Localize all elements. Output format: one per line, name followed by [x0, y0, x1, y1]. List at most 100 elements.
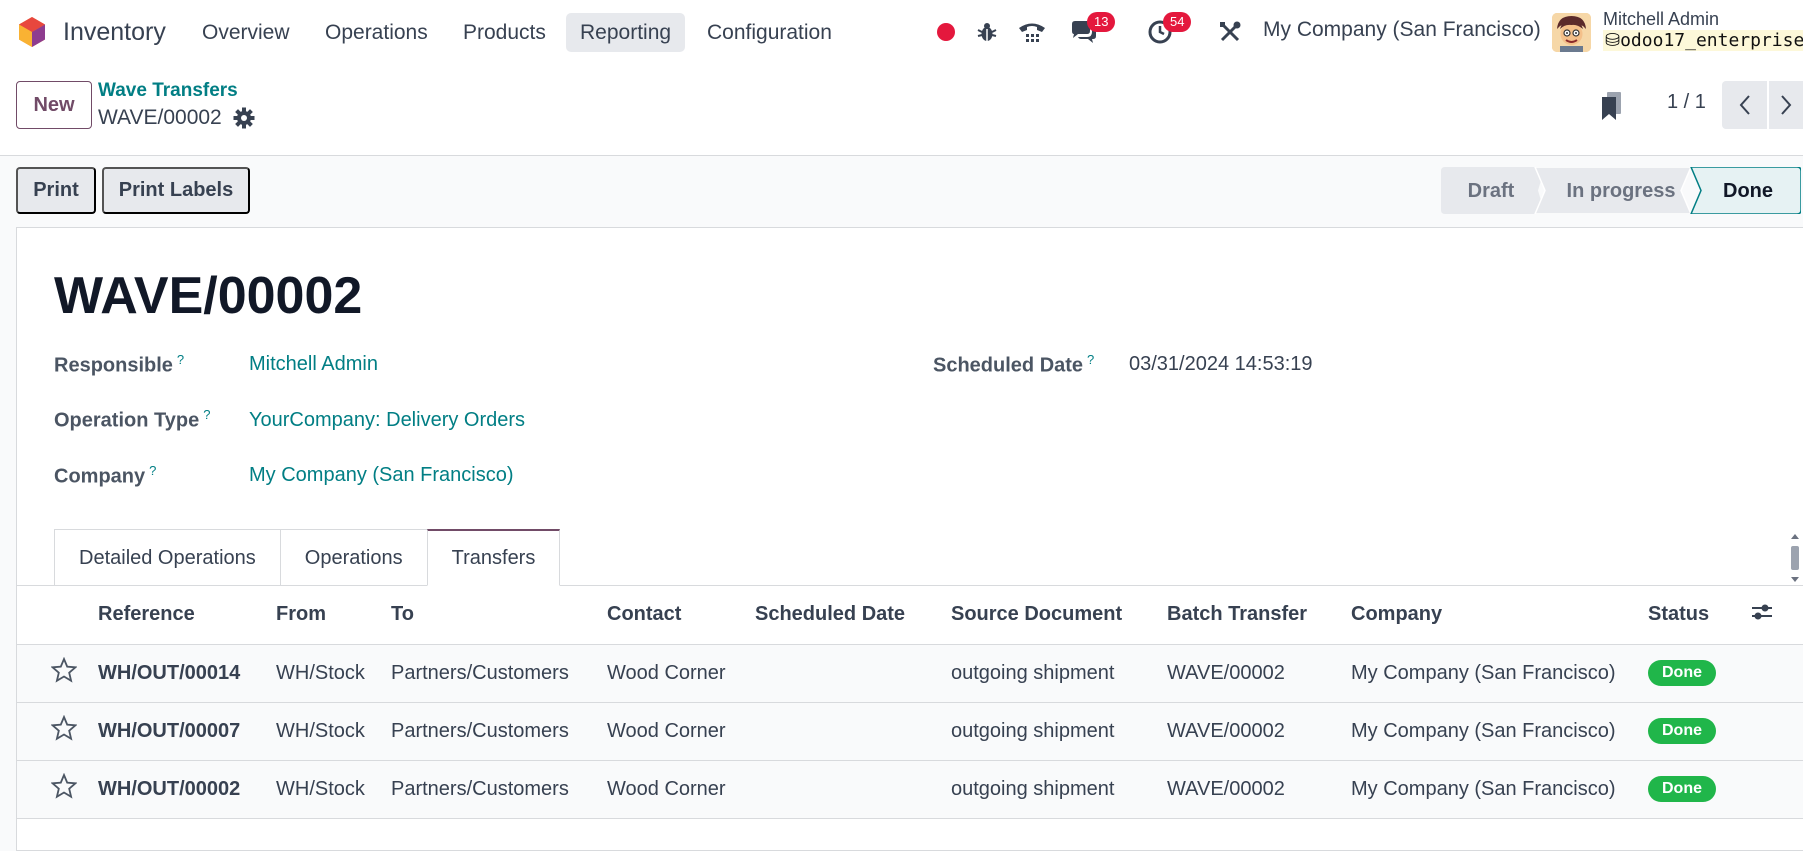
- menu-configuration[interactable]: Configuration: [693, 13, 846, 52]
- user-name[interactable]: Mitchell Admin: [1603, 9, 1719, 30]
- favorite-toggle[interactable]: [17, 702, 98, 761]
- responsible-field[interactable]: Mitchell Admin: [249, 353, 378, 376]
- column-header[interactable]: Status: [1648, 586, 1750, 645]
- form-sheet: WAVE/00002 Responsible? Mitchell Admin O…: [16, 227, 1803, 851]
- column-header[interactable]: Contact: [607, 586, 755, 645]
- column-header[interactable]: To: [391, 586, 607, 645]
- column-header[interactable]: From: [276, 586, 391, 645]
- tab-transfers[interactable]: Transfers: [426, 529, 561, 586]
- status-badge: Done: [1648, 660, 1716, 686]
- cell-status: Done: [1648, 760, 1750, 819]
- database-icon: ⛁: [1605, 30, 1621, 51]
- table-row[interactable]: WH/OUT/00007 WH/Stock Partners/Customers…: [17, 702, 1803, 761]
- company-switcher[interactable]: My Company (San Francisco): [1263, 18, 1541, 42]
- bug-icon[interactable]: [975, 16, 999, 48]
- cell-company: My Company (San Francisco): [1351, 760, 1648, 819]
- cell-status: Done: [1648, 702, 1750, 761]
- tab-detailed-operations[interactable]: Detailed Operations: [54, 529, 281, 586]
- bookmark-icon[interactable]: [1600, 91, 1624, 121]
- gear-icon[interactable]: [233, 107, 255, 129]
- cell-scheduled-date: [755, 644, 951, 703]
- app-name[interactable]: Inventory: [63, 18, 166, 47]
- print-button[interactable]: Print: [16, 167, 96, 214]
- favorite-toggle[interactable]: [17, 644, 98, 703]
- cell-empty: [1750, 760, 1803, 819]
- help-tooltip-icon[interactable]: ?: [149, 463, 156, 478]
- star-icon: [50, 714, 78, 741]
- cell-contact: Wood Corner: [607, 760, 755, 819]
- help-tooltip-icon[interactable]: ?: [1087, 352, 1094, 367]
- operation-type-field[interactable]: YourCompany: Delivery Orders: [249, 409, 525, 432]
- operation-type-label-text: Operation Type: [54, 409, 200, 432]
- new-button[interactable]: New: [16, 81, 92, 129]
- stage-in-progress-label: In progress: [1567, 180, 1676, 202]
- column-header[interactable]: Batch Transfer: [1167, 586, 1351, 645]
- column-header[interactable]: Reference: [98, 586, 276, 645]
- company-label-text: Company: [54, 465, 146, 488]
- cell-batch-transfer: WAVE/00002: [1167, 644, 1351, 703]
- status-badge: Done: [1648, 776, 1716, 802]
- avatar[interactable]: [1552, 13, 1591, 52]
- chat-count-badge: 13: [1087, 12, 1116, 32]
- cell-to: Partners/Customers: [391, 644, 607, 703]
- table-row[interactable]: WH/OUT/00002 WH/Stock Partners/Customers…: [17, 760, 1803, 819]
- status-badge: Done: [1648, 718, 1716, 744]
- star-icon: [50, 656, 78, 683]
- record-title[interactable]: WAVE/00002: [54, 266, 362, 326]
- help-tooltip-icon[interactable]: ?: [177, 352, 184, 367]
- menu-reporting[interactable]: Reporting: [566, 13, 686, 52]
- pager-previous-button[interactable]: [1722, 81, 1767, 129]
- cell-source-document: outgoing shipment: [951, 644, 1167, 703]
- menu-products[interactable]: Products: [449, 13, 560, 52]
- scheduled-date-label: Scheduled Date?: [933, 352, 1094, 378]
- notebook-tabs: Detailed Operations Operations Transfers: [54, 529, 561, 586]
- cell-empty: [1750, 702, 1803, 761]
- cell-batch-transfer: WAVE/00002: [1167, 760, 1351, 819]
- table-row[interactable]: WH/OUT/00014 WH/Stock Partners/Customers…: [17, 644, 1803, 703]
- cell-contact: Wood Corner: [607, 702, 755, 761]
- menu-overview[interactable]: Overview: [188, 13, 304, 52]
- breadcrumb-parent[interactable]: Wave Transfers: [98, 80, 238, 102]
- control-panel: New Wave Transfers WAVE/00002 1 / 1: [0, 64, 1803, 156]
- chevron-left-icon: [1739, 95, 1750, 115]
- chat-icon[interactable]: 13: [1068, 12, 1116, 48]
- help-tooltip-icon[interactable]: ?: [203, 407, 210, 422]
- cell-batch-transfer: WAVE/00002: [1167, 702, 1351, 761]
- column-settings-icon: [1752, 604, 1772, 620]
- transfers-table: Reference From To Contact Scheduled Date…: [17, 586, 1803, 819]
- clock-icon[interactable]: 54: [1146, 12, 1192, 48]
- column-header[interactable]: Scheduled Date: [755, 586, 951, 645]
- pager-value[interactable]: 1 / 1: [1667, 91, 1706, 114]
- cell-scheduled-date: [755, 760, 951, 819]
- tab-operations[interactable]: Operations: [279, 529, 428, 586]
- column-header[interactable]: Source Document: [951, 586, 1167, 645]
- scheduled-date-field[interactable]: 03/31/2024 14:53:19: [1129, 353, 1313, 376]
- cell-company: My Company (San Francisco): [1351, 644, 1648, 703]
- column-header[interactable]: Company: [1351, 586, 1648, 645]
- odoo-logo-icon[interactable]: [17, 16, 47, 48]
- company-label: Company?: [54, 463, 156, 489]
- cell-reference: WH/OUT/00007: [98, 702, 276, 761]
- menu-operations[interactable]: Operations: [311, 13, 442, 52]
- activity-count-badge: 54: [1163, 12, 1192, 32]
- cell-source-document: outgoing shipment: [951, 702, 1167, 761]
- cell-source-document: outgoing shipment: [951, 760, 1167, 819]
- favorite-toggle[interactable]: [17, 760, 98, 819]
- cell-empty: [1750, 644, 1803, 703]
- phone-icon[interactable]: [1017, 16, 1047, 48]
- print-labels-button[interactable]: Print Labels: [102, 167, 250, 214]
- header-spacer: [17, 586, 98, 645]
- table-header-row: Reference From To Contact Scheduled Date…: [17, 586, 1803, 645]
- recording-dot-icon[interactable]: [935, 16, 957, 48]
- column-settings-button[interactable]: [1750, 586, 1803, 645]
- tools-icon[interactable]: [1217, 16, 1243, 48]
- pager-next-button[interactable]: [1769, 81, 1803, 129]
- cell-to: Partners/Customers: [391, 702, 607, 761]
- scrollbar[interactable]: [1788, 531, 1802, 585]
- cell-reference: WH/OUT/00002: [98, 760, 276, 819]
- company-field[interactable]: My Company (San Francisco): [249, 464, 514, 487]
- top-navbar: Inventory Overview Operations Products R…: [0, 0, 1803, 64]
- cell-scheduled-date: [755, 702, 951, 761]
- stage-done-label: Done: [1723, 180, 1773, 202]
- cell-contact: Wood Corner: [607, 644, 755, 703]
